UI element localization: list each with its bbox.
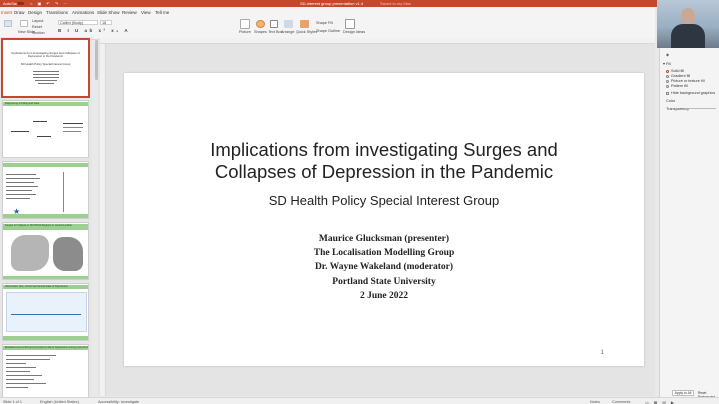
transparency-label: Transparency: [666, 107, 690, 111]
apply-to-all-button[interactable]: Apply to All: [672, 390, 694, 396]
paint-bucket-icon[interactable]: ◈: [666, 52, 669, 57]
tab-review[interactable]: Review: [122, 10, 137, 15]
tab-design[interactable]: Design: [28, 10, 42, 15]
accessibility-status[interactable]: Accessibility: Investigate: [98, 400, 139, 404]
thumb-1-title: Implications from investigating Surges a…: [11, 51, 80, 59]
presenter-head: [681, 8, 695, 24]
arrange-button[interactable]: Arrange: [281, 30, 295, 34]
tell-me-search[interactable]: Tell me: [155, 10, 169, 15]
fill-section-header[interactable]: ▾ Fill: [663, 61, 671, 66]
author-line: 2 June 2022: [359, 290, 409, 301]
quick-styles-icon[interactable]: [300, 20, 309, 28]
slide-thumbnail-6[interactable]: Modelled and confirmed perceptions about…: [2, 344, 89, 402]
save-status: Saved to my Mac: [380, 1, 411, 6]
slide-title-line-2: Collapses of Depression in the Pandemic: [214, 161, 554, 182]
thumb-6-header: Modelled and confirmed perceptions about…: [3, 346, 88, 350]
section-button[interactable]: Section: [32, 31, 45, 35]
quick-access-icons[interactable]: ⌂ ▣ ↶ ↷ ⋯: [30, 1, 69, 6]
picture-button[interactable]: Picture: [239, 30, 251, 34]
view-buttons[interactable]: ▭ ▦ ▤ ▶: [645, 400, 676, 404]
transparency-slider[interactable]: [688, 108, 716, 109]
webcam-overlay: [657, 0, 719, 48]
ribbon: New Slide Layout Reset Section Calibri (…: [0, 17, 655, 40]
shapes-button[interactable]: Shapes: [254, 30, 267, 34]
reset-button[interactable]: Reset: [32, 25, 42, 29]
thumb-2-header: Diagnosing & Filling and case: [3, 102, 88, 106]
slide-title-line-1: Implications from investigating Surges a…: [210, 139, 558, 160]
format-background-pane: ◈ ▾ Fill Solid fill Gradient fill Pictur…: [659, 0, 719, 404]
thumb-1-subtitle: SD Health Policy Special Interest Group: [20, 62, 71, 66]
tab-draw[interactable]: Draw: [14, 10, 25, 15]
layout-button[interactable]: Layout: [32, 19, 43, 23]
shapes-icon[interactable]: [256, 20, 265, 28]
ribbon-tabs: Insert Draw Design Transitions Animation…: [0, 7, 655, 17]
map-image: [53, 237, 83, 271]
tab-view[interactable]: View: [141, 10, 151, 15]
font-size-select[interactable]: 18: [100, 20, 112, 25]
horizontal-ruler: [100, 38, 655, 44]
shape-fill-button[interactable]: Shape Fill: [316, 21, 333, 25]
author-line: Dr. Wayne Wakeland (moderator): [314, 262, 454, 273]
title-bar: AutoSave ⌂ ▣ ↶ ↷ ⋯ SD-interest group pre…: [0, 0, 719, 7]
quick-styles-button[interactable]: Quick Styles: [296, 30, 317, 34]
pattern-fill-radio[interactable]: Pattern fill: [666, 84, 688, 88]
slide-number: 1: [600, 350, 604, 356]
slide-subtitle[interactable]: SD Health Policy Special Interest Group: [144, 193, 624, 208]
thumb-5-header: Vaccination rate, school and actual stat…: [3, 285, 88, 289]
color-label: Color: [666, 99, 676, 103]
language-status[interactable]: English (United States): [40, 400, 79, 404]
new-slide-icon[interactable]: [20, 20, 28, 27]
autosave-toggle[interactable]: [17, 1, 24, 5]
presenter-body: [671, 24, 705, 48]
author-line: Portland State University: [332, 276, 436, 287]
slide-1[interactable]: Implications from investigating Surges a…: [124, 73, 644, 366]
tab-transitions[interactable]: Transitions: [46, 10, 68, 15]
thumb-4-header: Surges & Collapse in 90 MSOA Regions in …: [3, 224, 88, 230]
chart-thumbnail: [6, 292, 87, 332]
status-bar: Slide 1 of 1 English (United States) Acc…: [0, 397, 719, 404]
slide-thumbnail-5[interactable]: Vaccination rate, school and actual stat…: [2, 283, 89, 341]
arrange-icon[interactable]: [284, 20, 293, 28]
author-line: Maurice Glucksman (presenter): [318, 234, 450, 244]
author-line: The Localisation Modelling Group: [313, 248, 455, 259]
picture-icon[interactable]: [240, 19, 250, 29]
comments-button[interactable]: Comments: [612, 400, 630, 404]
notes-button[interactable]: Notes: [590, 400, 600, 404]
slide-thumbnail-1[interactable]: Implications from investigating Surges a…: [1, 38, 90, 98]
font-family-select[interactable]: Calibri (Body): [58, 20, 98, 25]
design-ideas-button[interactable]: Design Ideas: [343, 30, 365, 34]
paste-icon[interactable]: [4, 20, 12, 27]
slide-thumbnail-4[interactable]: Surges & Collapse in 90 MSOA Regions in …: [2, 222, 89, 280]
tab-animations[interactable]: Animations: [72, 10, 94, 15]
hide-background-checkbox[interactable]: Hide background graphics: [666, 91, 715, 95]
shape-outline-button[interactable]: Shape Outline: [316, 29, 340, 33]
slide-counter: Slide 1 of 1: [3, 399, 22, 404]
tab-insert[interactable]: Insert: [1, 10, 12, 15]
design-ideas-icon[interactable]: [345, 19, 355, 29]
slide-authors[interactable]: Maurice Glucksman (presenter) The Locali…: [144, 232, 624, 303]
solid-fill-radio[interactable]: Solid fill: [666, 69, 684, 73]
slide-thumbnail-panel[interactable]: Implications from investigating Surges a…: [0, 37, 92, 402]
gradient-fill-radio[interactable]: Gradient fill: [666, 74, 690, 78]
text-box-icon[interactable]: [270, 20, 278, 28]
tab-slide-show[interactable]: Slide Show: [97, 10, 120, 15]
format-buttons[interactable]: B I U ab x² x₂ A: [58, 28, 130, 33]
vertical-ruler: [100, 44, 106, 396]
slide-thumbnail-3[interactable]: ★: [2, 161, 89, 219]
picture-fill-radio[interactable]: Picture or texture fill: [666, 79, 705, 83]
map-image: [11, 235, 49, 271]
slide-title[interactable]: Implications from investigating Surges a…: [144, 139, 624, 183]
document-title: SD-interest group presentation v1.4: [300, 1, 364, 6]
slide-thumbnail-2[interactable]: Diagnosing & Filling and case: [2, 100, 89, 158]
